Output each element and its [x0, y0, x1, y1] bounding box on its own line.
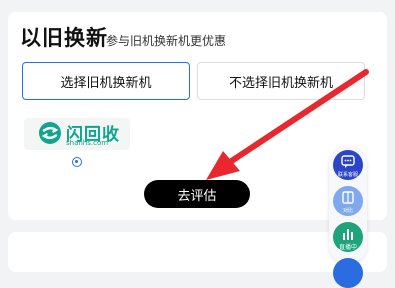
select-trade-in-label: 选择旧机换新机 [60, 75, 152, 91]
select-trade-in-option[interactable]: 选择旧机换新机 [22, 62, 190, 100]
live-button[interactable]: 直播中 [333, 222, 363, 252]
shanhuishou-logo-icon [39, 122, 61, 144]
section-title: 以旧换新 [20, 26, 108, 50]
compare-icon [342, 191, 354, 204]
section-subtitle: 参与旧机换新机更优惠 [106, 34, 227, 48]
evaluate-button[interactable]: 去评估 [144, 180, 250, 208]
deselect-trade-in-option[interactable]: 不选择旧机换新机 [197, 62, 365, 100]
contact-service-label: 联系客服 [337, 172, 358, 178]
partner-url: shanhs.com [66, 139, 109, 147]
partner-logo-card[interactable]: 闪回收 shanhs.com [24, 118, 130, 150]
more-button[interactable] [333, 258, 363, 288]
deselect-trade-in-label: 不选择旧机换新机 [228, 75, 333, 91]
compare-button[interactable]: 对比 [333, 186, 363, 216]
contact-service-button[interactable]: 联系客服 [333, 150, 363, 180]
live-label: 直播中 [338, 244, 357, 251]
live-bars-icon [343, 229, 353, 240]
floating-toolbar: 联系客服 对比 直播中 [329, 146, 367, 288]
partner-radio[interactable] [72, 157, 82, 167]
evaluate-button-label: 去评估 [177, 188, 217, 204]
chat-icon [341, 155, 355, 168]
compare-label: 对比 [342, 208, 353, 214]
